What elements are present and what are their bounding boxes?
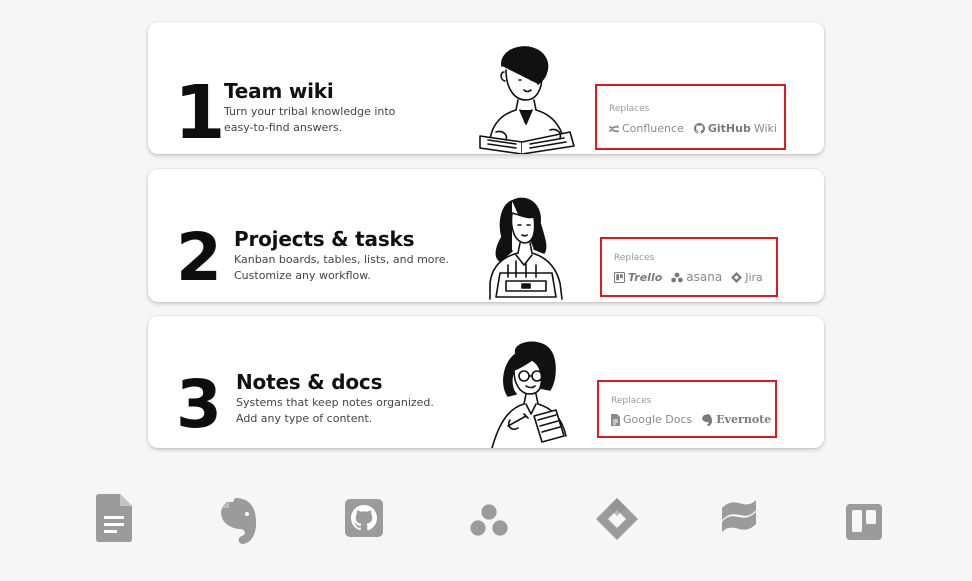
google-docs-icon[interactable] xyxy=(96,494,132,542)
jira-icon xyxy=(731,271,743,283)
card-description-line-1: Systems that keep notes organized. xyxy=(236,396,434,409)
card-notes-docs[interactable]: 3 Notes & docs Systems that keep notes o… xyxy=(148,316,824,448)
logo-text: Evernote xyxy=(716,413,772,426)
card-description-line-2: Customize any workflow. xyxy=(234,269,371,282)
replaces-label: Replaces xyxy=(611,396,652,406)
google-docs-logo: Google Docs xyxy=(611,413,692,426)
card-number: 2 xyxy=(176,219,222,296)
card-number: 3 xyxy=(176,366,222,443)
google-docs-icon xyxy=(611,413,620,426)
person-reading-book-illustration xyxy=(479,46,575,154)
replaces-label: Replaces xyxy=(614,253,655,263)
logo-text: asana xyxy=(686,270,723,284)
replaces-box: Replaces Confluence GitHub Wiki xyxy=(595,84,786,150)
card-team-wiki[interactable]: 1 Team wiki Turn your tribal knowledge i… xyxy=(148,22,824,154)
github-icon[interactable] xyxy=(345,499,383,537)
github-icon xyxy=(693,123,705,134)
replaces-label: Replaces xyxy=(609,104,650,114)
card-description-line-1: Kanban boards, tables, lists, and more. xyxy=(234,253,450,266)
card-title: Team wiki xyxy=(224,79,334,103)
logo-text: Trello xyxy=(628,270,663,284)
logo-text: GitHub xyxy=(707,122,751,135)
evernote-icon xyxy=(702,413,713,426)
card-description-line-2: Add any type of content. xyxy=(236,412,373,425)
asana-icon[interactable] xyxy=(470,504,508,536)
github-wiki-logo: GitHub Wiki xyxy=(693,122,777,135)
person-taking-notes-illustration xyxy=(491,341,567,448)
trello-icon xyxy=(614,271,625,283)
card-title: Projects & tasks xyxy=(234,227,415,251)
confluence-icon[interactable] xyxy=(720,498,758,536)
integrations-icon-row xyxy=(0,494,972,546)
confluence-icon xyxy=(609,125,619,132)
logo-text: Google Docs xyxy=(623,413,693,426)
replaced-tools: Trello asana Jira xyxy=(614,270,763,284)
replaced-tools: Confluence GitHub Wiki xyxy=(609,122,777,135)
trello-icon[interactable] xyxy=(846,504,882,540)
replaces-box: Replaces Google Docs Evernote xyxy=(597,380,777,438)
page-frame: 1 Team wiki Turn your tribal knowledge i… xyxy=(0,0,972,581)
logo-text: Confluence xyxy=(622,122,684,135)
confluence-logo: Confluence xyxy=(609,122,684,135)
asana-logo: asana xyxy=(671,270,722,284)
trello-logo: Trello xyxy=(614,271,662,284)
evernote-logo: Evernote xyxy=(701,413,771,426)
replaced-tools: Google Docs Evernote xyxy=(611,413,771,426)
asana-icon xyxy=(671,272,684,282)
person-with-box-illustration xyxy=(489,197,563,300)
logo-suffix-text: Wiki xyxy=(753,122,777,135)
card-description-line-2: easy-to-find answers. xyxy=(224,121,343,134)
evernote-icon[interactable] xyxy=(219,498,259,544)
card-title: Notes & docs xyxy=(236,370,383,394)
replaces-box: Replaces Trello asana Jira xyxy=(600,237,778,297)
logo-text: Jira xyxy=(745,270,763,284)
card-description-line-1: Turn your tribal knowledge into xyxy=(224,105,396,118)
card-projects-tasks[interactable]: 2 Projects & tasks Kanban boards, tables… xyxy=(148,169,824,302)
jira-logo: Jira xyxy=(731,271,763,284)
jira-icon[interactable] xyxy=(596,498,638,540)
card-number: 1 xyxy=(174,70,225,156)
